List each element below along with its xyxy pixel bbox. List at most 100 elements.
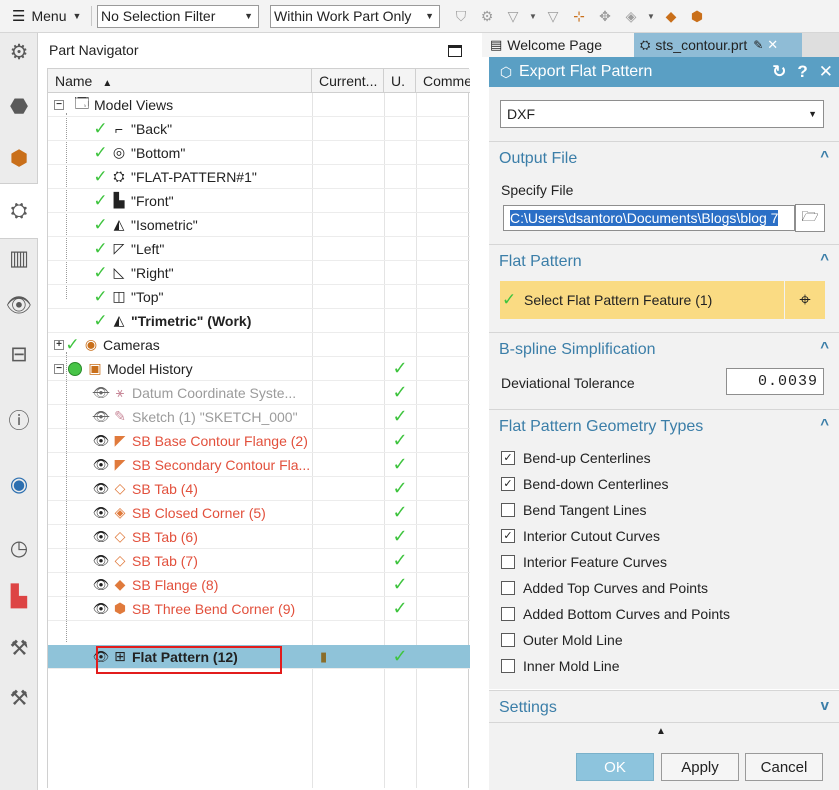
selection-filter-dropdown[interactable]: No Selection Filter ▼ (97, 4, 259, 28)
apply-button[interactable]: Apply (661, 753, 739, 781)
checkbox[interactable] (501, 607, 515, 621)
column-header-current[interactable]: Current... (312, 69, 384, 93)
reuse-library-icon[interactable]: ▥ (4, 243, 34, 273)
inferred-point-icon[interactable]: ✥ (594, 5, 616, 27)
checkbox[interactable] (501, 555, 515, 569)
filter-icon[interactable]: ▽ (502, 5, 524, 27)
bspline-header[interactable]: B-spline Simplification ^ (489, 332, 839, 366)
checkbox[interactable]: ✓ (501, 477, 515, 491)
tree-row-cameras[interactable]: + ✓ ◉ Cameras (48, 333, 470, 357)
tree-row-view[interactable]: ✓ ⛭ "FLAT-PATTERN#1" (48, 165, 470, 189)
tree-row-work-view[interactable]: ✓ ◭ "Trimetric" (Work) (48, 309, 470, 333)
crosshair-icon[interactable]: ⌖ (785, 281, 825, 319)
checkbox[interactable]: ✓ (501, 529, 515, 543)
tree-row-feature[interactable]: 👁 ◤ SB Base Contour Flange (2) ✓ (48, 429, 470, 453)
view-manager-icon[interactable]: 👁 (4, 291, 34, 321)
assembly-view-icon[interactable]: ⬢ (686, 5, 708, 27)
filter-curve-icon[interactable]: ▽ (542, 5, 564, 27)
visibility-eye-icon[interactable]: 👁 (92, 433, 110, 449)
format-select[interactable]: DXF ▼ (500, 100, 824, 128)
chevron-down-icon[interactable]: ▼ (646, 5, 656, 27)
tolerance-input[interactable]: 0.0039 (726, 368, 824, 395)
tree-row-model-history[interactable]: − ▣ Model History ✓ (48, 357, 470, 381)
geometry-type-option[interactable]: Added Bottom Curves and Points (501, 603, 831, 625)
geometry-type-option[interactable]: Bend Tangent Lines (501, 499, 831, 521)
tree-row-feature[interactable]: 👁 ◇ SB Tab (7) ✓ (48, 549, 470, 573)
help-icon[interactable]: ? (797, 62, 807, 82)
hidden-eye-icon[interactable]: 👁 (92, 385, 110, 401)
settings-header[interactable]: Settings v (489, 690, 839, 724)
ok-button[interactable]: OK (576, 753, 654, 781)
tree-row-feature[interactable]: 👁 ◇ SB Tab (6) ✓ (48, 525, 470, 549)
tree-row-feature[interactable]: 👁 ◇ SB Tab (4) ✓ (48, 477, 470, 501)
checkbox[interactable] (501, 659, 515, 673)
tree-row-feature[interactable]: 👁 ⚹ Datum Coordinate Syste... ✓ (48, 381, 470, 405)
close-icon[interactable]: ✕ (767, 37, 778, 53)
tree-row-view[interactable]: ✓ ◎ "Bottom" (48, 141, 470, 165)
visibility-eye-icon[interactable]: 👁 (92, 505, 110, 521)
browse-folder-button[interactable]: 🗁 (795, 204, 825, 232)
checkbox[interactable] (501, 503, 515, 517)
tree-row-feature[interactable]: 👁 ✎ Sketch (1) "SKETCH_000" ✓ (48, 405, 470, 429)
output-file-header[interactable]: Output File ^ (489, 141, 839, 175)
checkbox[interactable] (501, 633, 515, 647)
visibility-eye-icon[interactable]: 👁 (92, 577, 110, 593)
geometry-type-option[interactable]: Outer Mold Line (501, 629, 831, 651)
close-icon[interactable]: ✕ (819, 62, 833, 82)
collapse-toggle[interactable]: − (54, 363, 64, 374)
expand-toggle[interactable]: + (54, 339, 64, 350)
web-browser-icon[interactable]: ⊟ (4, 339, 34, 369)
geometry-type-option[interactable]: ✓ Interior Cutout Curves (501, 525, 831, 547)
edit-icon[interactable]: ✎ (753, 38, 763, 52)
point-on-curve-icon[interactable]: ◈ (620, 5, 642, 27)
palette-icon[interactable]: ▙ (4, 581, 34, 611)
chevron-up-icon[interactable]: ▲ (656, 726, 666, 737)
cancel-button[interactable]: Cancel (745, 753, 823, 781)
tree-row-view[interactable]: ✓ ◺ "Right" (48, 261, 470, 285)
tree-row-model-views[interactable]: − 🗔 Model Views (48, 93, 470, 117)
tools-2-icon[interactable]: ⚒ (4, 683, 34, 713)
tree-row-view[interactable]: ✓ ◫ "Top" (48, 285, 470, 309)
maximize-icon[interactable] (448, 45, 462, 57)
geometry-type-option[interactable]: ✓ Bend-down Centerlines (501, 473, 831, 495)
tree-row-view[interactable]: ✓ ◭ "Isometric" (48, 213, 470, 237)
tree-row-view[interactable]: ✓ ▙ "Front" (48, 189, 470, 213)
assembly-navigator-icon[interactable]: ⬣ (4, 91, 34, 121)
snap-icon[interactable]: ⛉ (450, 5, 472, 27)
reset-icon[interactable]: ↻ (772, 62, 786, 82)
visibility-eye-icon[interactable]: 👁 (92, 553, 110, 569)
tab-part-file[interactable]: ⛭ sts_contour.prt ✎ ✕ (634, 33, 802, 57)
flat-pattern-header[interactable]: Flat Pattern ^ (489, 244, 839, 278)
constraint-navigator-icon[interactable]: ⬢ (4, 143, 34, 173)
tree-row-feature[interactable]: 👁 ◤ SB Secondary Contour Fla... ✓ (48, 453, 470, 477)
tree-row-feature[interactable]: 👁 ⬢ SB Three Bend Corner (9) ✓ (48, 597, 470, 621)
info-icon[interactable]: ⓘ (4, 405, 34, 435)
checkbox[interactable]: ✓ (501, 451, 515, 465)
scope-filter-dropdown[interactable]: Within Work Part Only ▼ (270, 4, 440, 28)
tab-welcome-page[interactable]: ▤ Welcome Page (482, 33, 634, 57)
geometry-type-option[interactable]: Inner Mold Line (501, 655, 831, 677)
point-snap-icon[interactable]: ⊹ (568, 5, 590, 27)
column-header-comment[interactable]: Comme (416, 69, 470, 93)
collapse-toggle[interactable]: − (54, 99, 64, 110)
visibility-eye-icon[interactable]: 👁 (92, 457, 110, 473)
visibility-eye-icon[interactable]: 👁 (92, 481, 110, 497)
history-clock-icon[interactable]: ◷ (4, 533, 34, 563)
web-icon[interactable]: ◉ (4, 469, 34, 499)
tree-row-feature[interactable]: 👁 ◆ SB Flange (8) ✓ (48, 573, 470, 597)
tree-row-feature[interactable]: 👁 ◈ SB Closed Corner (5) ✓ (48, 501, 470, 525)
geometry-type-option[interactable]: ✓ Bend-up Centerlines (501, 447, 831, 469)
geometry-type-option[interactable]: Added Top Curves and Points (501, 577, 831, 599)
part-view-icon[interactable]: ◆ (660, 5, 682, 27)
part-navigator-icon[interactable]: ⛭ (0, 183, 38, 239)
checkbox[interactable] (501, 581, 515, 595)
selection-intent-icon[interactable]: ⚙ (476, 5, 498, 27)
menu-button[interactable]: ☰ Menu ▼ (12, 7, 86, 25)
column-header-name[interactable]: Name ▲ (48, 69, 312, 93)
tree-row-view[interactable]: ✓ ◸ "Left" (48, 237, 470, 261)
hidden-eye-icon[interactable]: 👁 (92, 409, 110, 425)
file-path-input[interactable]: C:\Users\dsantoro\Documents\Blogs\blog 7 (503, 205, 795, 231)
visibility-eye-icon[interactable]: 👁 (92, 529, 110, 545)
visibility-eye-icon[interactable]: 👁 (92, 601, 110, 617)
tools-icon[interactable]: ⚒ (4, 633, 34, 663)
